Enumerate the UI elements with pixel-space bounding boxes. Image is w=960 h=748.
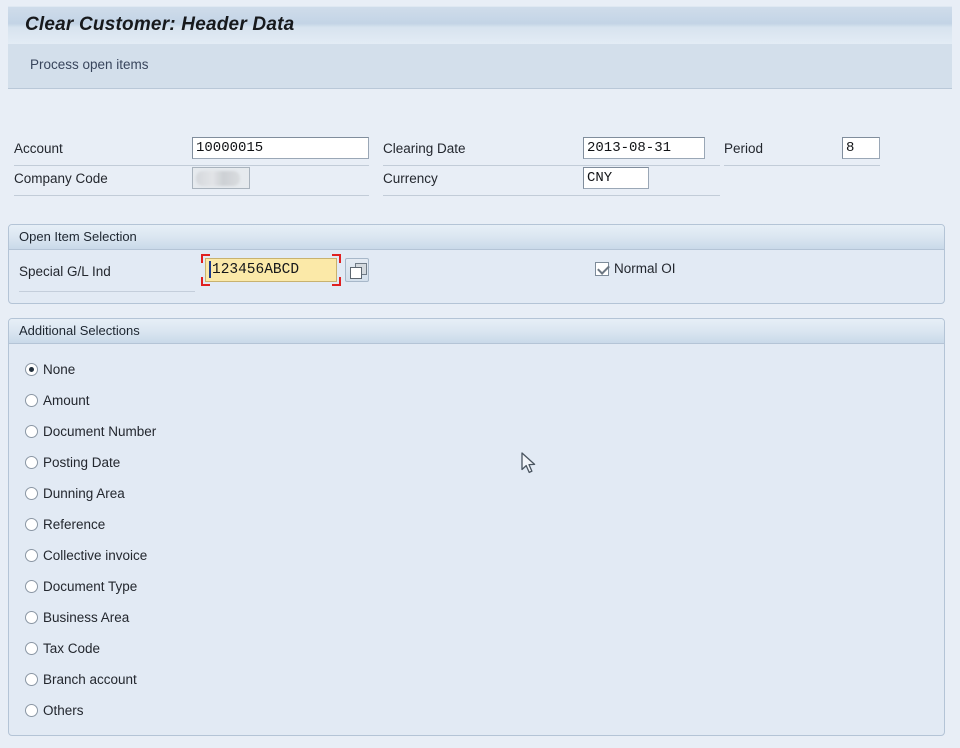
radio-option-label: Reference — [43, 516, 106, 532]
account-input[interactable]: 10000015 — [192, 137, 369, 159]
multiple-selection-square-front — [350, 267, 362, 279]
radio-option-branch-account[interactable]: Branch account — [25, 669, 137, 689]
normal-oi-checkbox[interactable] — [595, 261, 610, 276]
form-row-company-code: Company Code — [14, 166, 369, 196]
radio-button[interactable] — [25, 610, 38, 624]
radio-option-label: Document Type — [43, 578, 138, 594]
form-row-clearing-date: Clearing Date 2013-08-31 — [383, 136, 720, 166]
header-form: Account 10000015 Company Code Clearing D… — [0, 96, 960, 208]
radio-option-label: None — [43, 361, 76, 377]
normal-oi-label: Normal OI — [614, 261, 676, 276]
radio-option-amount[interactable]: Amount — [25, 390, 90, 410]
focus-marker-top-right — [332, 254, 341, 263]
row-separator — [19, 291, 195, 292]
radio-button[interactable] — [25, 641, 38, 655]
period-input[interactable]: 8 — [842, 137, 880, 159]
account-label: Account — [14, 141, 63, 156]
radio-button[interactable] — [25, 486, 38, 500]
radio-option-label: Posting Date — [43, 454, 121, 470]
radio-button[interactable] — [25, 517, 38, 531]
radio-button[interactable] — [25, 362, 38, 376]
window-title-bar: Clear Customer: Header Data — [8, 6, 952, 44]
additional-selections-panel: Additional Selections None Amount Document… — [8, 318, 945, 736]
clearing-date-input[interactable]: 2013-08-31 — [583, 137, 705, 159]
radio-button[interactable] — [25, 579, 38, 593]
special-gl-ind-label: Special G/L Ind — [19, 264, 111, 279]
focus-marker-bottom-left — [201, 277, 210, 286]
radio-option-posting-date[interactable]: Posting Date — [25, 452, 120, 472]
radio-button[interactable] — [25, 424, 38, 438]
normal-oi-checkbox-row[interactable]: Normal OI — [595, 261, 676, 276]
radio-button[interactable] — [25, 672, 38, 686]
radio-option-label: Branch account — [43, 671, 137, 687]
radio-selected-dot — [29, 366, 34, 372]
radio-option-dunning-area[interactable]: Dunning Area — [25, 483, 125, 503]
arrow-cursor-icon — [521, 452, 539, 476]
radio-option-tax-code[interactable]: Tax Code — [25, 638, 100, 658]
checkmark-icon — [597, 261, 610, 275]
focus-marker-bottom-right — [332, 277, 341, 286]
radio-option-reference[interactable]: Reference — [25, 514, 105, 534]
radio-button[interactable] — [25, 548, 38, 562]
radio-option-label: Document Number — [43, 423, 157, 439]
clearing-date-label: Clearing Date — [383, 141, 466, 156]
sap-clear-customer-screen: Clear Customer: Header Data Process open… — [0, 0, 960, 748]
radio-option-business-area[interactable]: Business Area — [25, 607, 129, 627]
multiple-selection-icon[interactable] — [345, 258, 369, 282]
radio-button[interactable] — [25, 393, 38, 407]
special-gl-ind-input[interactable]: 123456ABCD — [205, 258, 337, 282]
special-gl-ind-field-wrapper: 123456ABCD — [201, 254, 341, 286]
radio-option-others[interactable]: Others — [25, 700, 84, 720]
focus-marker-top-left — [201, 254, 210, 263]
process-open-items-button[interactable]: Process open items — [26, 55, 153, 74]
additional-selections-header: Additional Selections — [9, 319, 944, 344]
radio-option-collective-invoice[interactable]: Collective invoice — [25, 545, 147, 565]
row-separator — [724, 165, 880, 166]
open-item-selection-header: Open Item Selection — [9, 225, 944, 250]
company-code-label: Company Code — [14, 171, 108, 186]
additional-selections-radio-group: None Amount Document Number Posting Date Dun… — [9, 344, 944, 736]
radio-option-label: Others — [43, 702, 84, 718]
toolbar: Process open items — [8, 44, 952, 89]
company-code-input[interactable] — [192, 167, 250, 189]
radio-option-label: Dunning Area — [43, 485, 125, 501]
radio-option-label: Tax Code — [43, 640, 101, 656]
row-separator — [14, 195, 369, 196]
radio-button[interactable] — [25, 703, 38, 717]
form-row-currency: Currency CNY — [383, 166, 720, 196]
form-row-account: Account 10000015 — [14, 136, 369, 166]
currency-label: Currency — [383, 171, 438, 186]
text-caret — [209, 261, 211, 278]
redacted-value-overlay — [196, 171, 240, 186]
period-label: Period — [724, 141, 764, 156]
radio-option-label: Collective invoice — [43, 547, 148, 563]
radio-button[interactable] — [25, 455, 38, 469]
page-title: Clear Customer: Header Data — [25, 14, 295, 35]
open-item-selection-panel: Open Item Selection Special G/L Ind 1234… — [8, 224, 945, 304]
radio-option-document-type[interactable]: Document Type — [25, 576, 137, 596]
radio-option-none[interactable]: None — [25, 359, 75, 379]
radio-option-document-number[interactable]: Document Number — [25, 421, 156, 441]
row-separator — [383, 195, 720, 196]
currency-input[interactable]: CNY — [583, 167, 649, 189]
additional-selections-title: Additional Selections — [19, 323, 140, 338]
open-item-selection-body: Special G/L Ind 123456ABCD Normal OI — [9, 250, 944, 304]
radio-option-label: Amount — [43, 392, 90, 408]
open-item-selection-title: Open Item Selection — [19, 229, 137, 244]
form-row-period: Period 8 — [724, 136, 880, 166]
radio-option-label: Business Area — [43, 609, 130, 625]
